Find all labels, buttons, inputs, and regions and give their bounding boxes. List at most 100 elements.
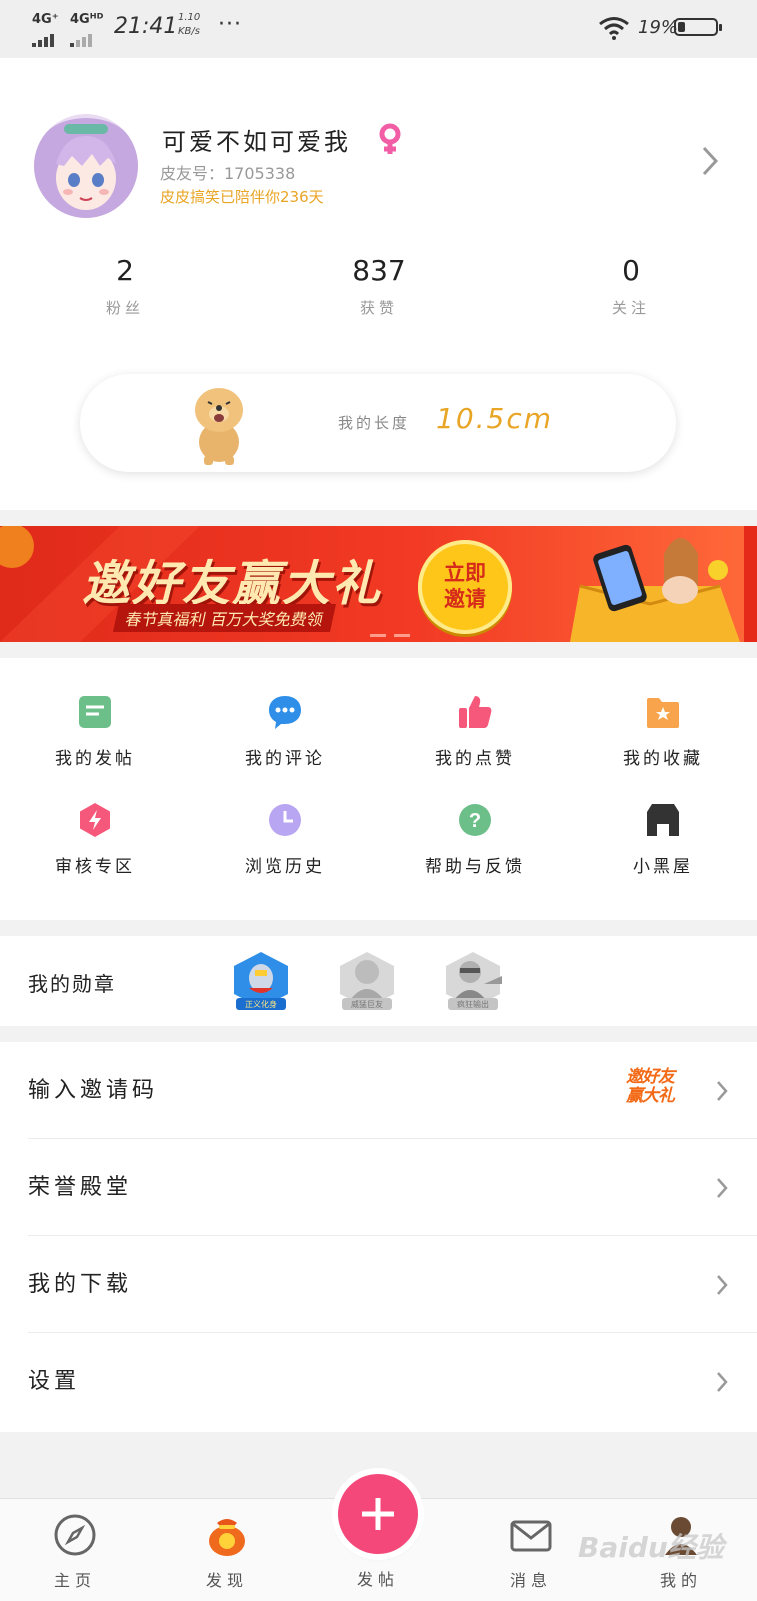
dog-mascot-icon	[195, 388, 243, 465]
status-bar: 4G⁺ 4Gᴴᴰ 21:41 1.10 KB/s ··· 19%	[0, 0, 757, 58]
prizes-illustration-icon	[570, 526, 757, 642]
female-icon	[379, 123, 401, 154]
plus-icon	[362, 1498, 394, 1530]
stat-following[interactable]: 0 关注	[566, 254, 696, 318]
menu-label: 设置	[28, 1369, 81, 1394]
length-label: 我的长度	[338, 414, 411, 432]
svg-text:威猛巨友: 威猛巨友	[351, 999, 383, 1009]
tab-label: 发现	[205, 1571, 248, 1590]
grid-item-my-posts[interactable]: 我的发帖	[0, 694, 190, 790]
comment-icon	[269, 696, 301, 729]
network-indicator-2: 4Gᴴᴰ	[70, 12, 104, 27]
medal-mighty-icon: 威猛巨友	[340, 952, 394, 1010]
compass-icon	[54, 1514, 96, 1556]
grid-label: 我的点赞	[435, 749, 515, 769]
nickname: 可爱不如可爱我	[162, 128, 351, 156]
chevron-right-icon	[717, 1275, 728, 1295]
chevron-right-icon[interactable]	[702, 146, 718, 176]
grid-label: 我的评论	[245, 749, 325, 769]
thumbs-up-icon	[459, 696, 492, 728]
menu-item-hall-of-fame[interactable]: 荣誉殿堂	[0, 1139, 757, 1236]
grid-item-my-likes[interactable]: 我的点赞	[380, 694, 570, 790]
stat-likes[interactable]: 837 获赞	[314, 254, 444, 318]
more-notifications-icon: ···	[218, 12, 242, 37]
grid-label: 小黑屋	[633, 857, 693, 877]
menu-item-settings[interactable]: 设置	[0, 1333, 757, 1430]
battery-fill	[678, 22, 685, 32]
grid-label: 我的收藏	[623, 749, 703, 769]
history-icon	[269, 804, 301, 836]
length-value: 10.5cm	[436, 402, 554, 435]
battery-icon	[674, 18, 722, 36]
create-post-button[interactable]	[338, 1474, 418, 1554]
svg-text:?: ?	[469, 810, 481, 832]
black-house-icon	[647, 804, 679, 836]
grid-label: 审核专区	[55, 857, 135, 877]
lucky-bag-icon	[209, 1519, 245, 1556]
following-count: 0	[622, 254, 640, 287]
network-speed: 1.10 KB/s	[178, 12, 201, 37]
tab-label: 消息	[509, 1571, 552, 1590]
help-icon: ?	[459, 804, 491, 836]
mail-icon	[510, 1520, 552, 1552]
grid-label: 我的发帖	[55, 749, 135, 769]
tab-messages[interactable]: 消息	[476, 1499, 586, 1601]
menu-item-invite-code[interactable]: 输入邀请码 邀好友 赢大礼	[0, 1042, 757, 1139]
invite-promo-badge: 邀好友 赢大礼	[626, 1067, 675, 1106]
medal-hero-icon: 正义化身	[234, 952, 288, 1010]
likes-count: 837	[352, 254, 406, 287]
invite-banner[interactable]: 邀好友赢大礼 春节真福利 百万大奖免费领 立即 邀请	[0, 526, 757, 642]
network-indicator-1: 4G⁺	[32, 12, 59, 27]
fans-label: 粉丝	[105, 299, 144, 317]
chevron-right-icon	[717, 1178, 728, 1198]
battery-percent: 19%	[638, 17, 679, 38]
grid-item-my-favorites[interactable]: 我的收藏	[568, 694, 757, 790]
chevron-right-icon	[717, 1081, 728, 1101]
svg-text:疯狂输出: 疯狂输出	[457, 999, 489, 1009]
carousel-indicator	[370, 622, 418, 641]
tab-label: 我的	[659, 1571, 702, 1590]
likes-label: 获赞	[359, 299, 398, 317]
review-icon	[80, 803, 110, 837]
favorite-folder-icon	[647, 698, 679, 728]
following-label: 关注	[611, 299, 650, 317]
invite-now-button[interactable]: 立即 邀请	[418, 540, 512, 634]
grid-item-my-comments[interactable]: 我的评论	[190, 694, 380, 790]
menu-label: 我的下载	[28, 1272, 133, 1297]
grid-item-black-house[interactable]: 小黑屋	[568, 802, 757, 898]
user-id: 皮友号：1705338	[160, 164, 296, 183]
medals-row[interactable]: 我的勋章 正义化身 威猛巨友 疯狂输出	[0, 936, 757, 1026]
fans-count: 2	[116, 254, 134, 287]
grid-item-history[interactable]: 浏览历史	[190, 802, 380, 898]
banner-subtitle: 春节真福利 百万大奖免费领	[113, 604, 337, 632]
wifi-icon	[599, 17, 629, 40]
grid-label: 帮助与反馈	[425, 857, 525, 877]
tab-label: 主页	[53, 1571, 96, 1590]
medals-title: 我的勋章	[28, 972, 116, 996]
medal-crazy-output[interactable]: 疯狂输出	[438, 950, 508, 1014]
clock: 21:41	[114, 14, 178, 39]
post-icon	[79, 696, 111, 728]
signal-bars-2-icon	[70, 28, 94, 47]
my-length-card[interactable]: 我的长度 10.5cm	[80, 374, 676, 472]
menu-label: 荣誉殿堂	[28, 1175, 133, 1200]
chevron-right-icon	[717, 1372, 728, 1392]
medal-mighty[interactable]: 威猛巨友	[332, 950, 402, 1014]
tab-home[interactable]: 主页	[20, 1499, 130, 1601]
feature-grid: 我的发帖 我的评论 我的点赞 我的收藏 审核专区 浏览历史 ? 帮助与反馈 小黑…	[0, 658, 757, 920]
menu-label: 输入邀请码	[28, 1078, 159, 1103]
menu-item-my-downloads[interactable]: 我的下载	[0, 1236, 757, 1333]
create-post-label: 发帖	[356, 1570, 399, 1589]
tab-discover[interactable]: 发现	[172, 1499, 282, 1601]
svg-text:正义化身: 正义化身	[245, 999, 277, 1009]
grid-item-review-zone[interactable]: 审核专区	[0, 802, 190, 898]
medal-justice[interactable]: 正义化身	[226, 950, 296, 1014]
grid-item-help-feedback[interactable]: ? 帮助与反馈	[380, 802, 570, 898]
signal-bars-1-icon	[32, 28, 56, 47]
stat-fans[interactable]: 2 粉丝	[60, 254, 190, 318]
profile-card[interactable]: 可爱不如可爱我 皮友号：1705338 皮皮搞笑已陪伴你236天 2 粉丝 83…	[0, 58, 757, 510]
avatar[interactable]	[34, 114, 138, 218]
companion-days: 皮皮搞笑已陪伴你236天	[160, 188, 324, 206]
settings-menu: 输入邀请码 邀好友 赢大礼 荣誉殿堂 我的下载 设置	[0, 1042, 757, 1432]
grid-label: 浏览历史	[245, 857, 325, 877]
